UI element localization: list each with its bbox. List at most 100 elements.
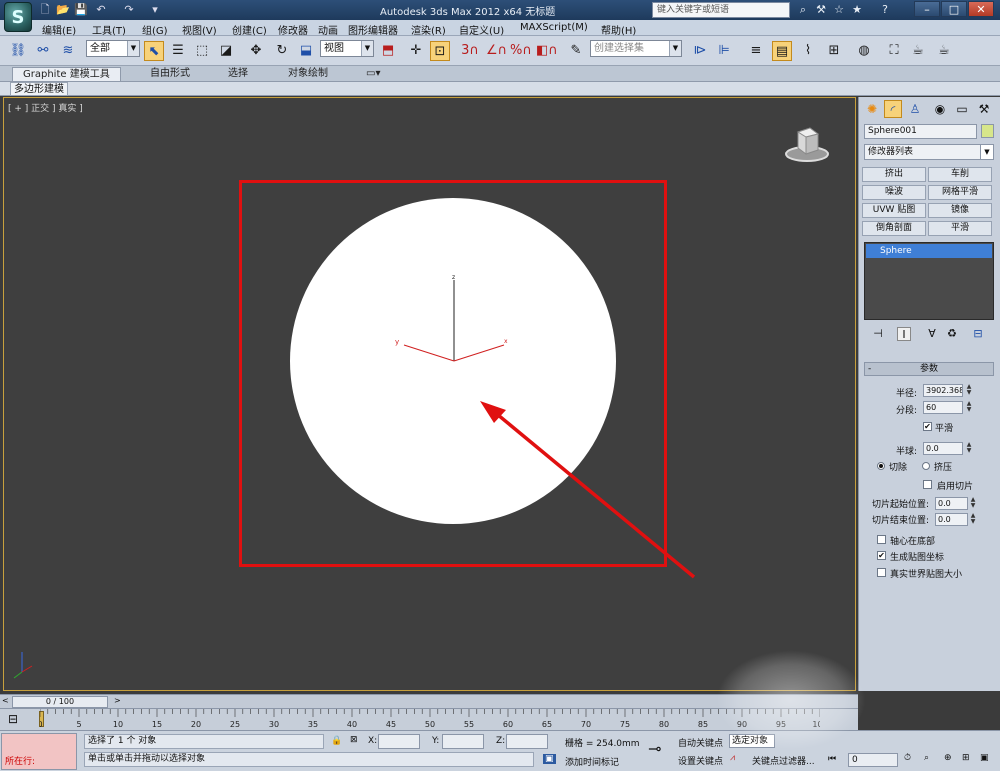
layer-manager-icon[interactable]: ≡ <box>746 41 766 61</box>
modifier-list-dropdown[interactable]: 修改器列表 ▼ <box>864 144 994 160</box>
selection-filter-dropdown[interactable]: 全部 ▼ <box>86 40 140 57</box>
hierarchy-tab-icon[interactable]: ♙ <box>906 100 924 118</box>
angle-snap-icon[interactable]: ∠∩ <box>486 41 507 61</box>
close-button[interactable]: ✕ <box>968 1 994 17</box>
mirror-button[interactable]: 镜像 <box>928 203 992 218</box>
menu-tools[interactable]: 工具(T) <box>92 22 126 37</box>
menu-views[interactable]: 视图(V) <box>182 22 217 37</box>
bind-space-warp-icon[interactable]: ≋ <box>58 41 78 61</box>
lock-icon[interactable]: 🔒 <box>331 736 342 746</box>
add-time-tag-button[interactable]: 添加时间标记 <box>565 755 619 768</box>
tab-graphite[interactable]: Graphite 建模工具 <box>12 67 121 81</box>
slice-from-field[interactable]: 0.0 <box>935 497 968 510</box>
parameters-rollout-header[interactable]: - 参数 <box>864 362 994 376</box>
menu-edit[interactable]: 编辑(E) <box>42 22 76 37</box>
real-world-checkbox[interactable] <box>877 568 886 577</box>
select-object-icon[interactable]: ⬉ <box>144 41 164 61</box>
slice-to-field[interactable]: 0.0 <box>935 513 968 526</box>
menu-group[interactable]: 组(G) <box>142 22 168 37</box>
tab-object-paint[interactable]: 对象绘制 <box>278 67 338 81</box>
meshsmooth-button[interactable]: 网格平滑 <box>928 185 992 200</box>
hemisphere-field[interactable]: 0.0 <box>923 442 963 455</box>
subscription-icon[interactable]: ⚒ <box>814 3 828 17</box>
select-by-name-icon[interactable]: ☰ <box>168 41 188 61</box>
lathe-button[interactable]: 车削 <box>928 167 992 182</box>
customize-toolbar-icon[interactable]: ▾ <box>148 3 162 17</box>
extrude-button[interactable]: 挤出 <box>862 167 926 182</box>
ribbon-options-icon[interactable]: ▭▾ <box>356 67 390 81</box>
bevel-profile-button[interactable]: 倒角剖面 <box>862 221 926 236</box>
current-frame-field[interactable]: 0 <box>848 753 898 767</box>
menu-create[interactable]: 创建(C) <box>232 22 267 37</box>
menu-customize[interactable]: 自定义(U) <box>459 22 504 37</box>
unlink-icon[interactable]: ⚯ <box>33 41 53 61</box>
field-of-view-icon[interactable]: ▣ <box>980 753 989 763</box>
app-menu-button[interactable]: S <box>4 2 32 32</box>
motion-tab-icon[interactable]: ◉ <box>931 100 949 118</box>
render-production-icon[interactable]: ☕ <box>934 41 954 61</box>
link-icon[interactable]: ⛓ <box>8 41 28 61</box>
polygon-modeling-label[interactable]: 多边形建模 <box>10 82 68 96</box>
auto-key-button[interactable]: 自动关键点 <box>678 736 723 749</box>
slice-from-spinner-icon[interactable]: ▲ ▼ <box>969 497 977 510</box>
viewcube-icon[interactable] <box>782 124 832 174</box>
hemisphere-spinner-icon[interactable]: ▲ ▼ <box>965 442 973 455</box>
tab-freeform[interactable]: 自由形式 <box>140 67 200 81</box>
stack-item-sphere[interactable]: Sphere <box>866 244 992 258</box>
help-icon[interactable]: ? <box>878 3 892 17</box>
mini-curve-editor-icon[interactable]: ⊟ <box>8 712 18 726</box>
named-selection-dropdown[interactable]: 创建选择集 ▼ <box>590 40 682 57</box>
configure-sets-icon[interactable]: ⊟ <box>971 327 985 341</box>
rectangular-selection-icon[interactable]: ⬚ <box>192 41 212 61</box>
viewport-label[interactable]: [ + ] 正交 ] 真实 ] <box>8 101 83 114</box>
save-icon[interactable]: 💾 <box>74 3 88 17</box>
slice-to-spinner-icon[interactable]: ▲ ▼ <box>969 513 977 526</box>
mirror-icon[interactable]: ⧐ <box>690 41 710 61</box>
smooth-button[interactable]: 平滑 <box>928 221 992 236</box>
chop-radio[interactable] <box>877 462 885 470</box>
time-tag-icon[interactable]: ▣ <box>543 754 556 764</box>
window-crossing-icon[interactable]: ◪ <box>216 41 236 61</box>
binoculars-icon[interactable]: ⌕ <box>796 3 810 17</box>
radius-field[interactable]: 3902.368 <box>923 384 963 397</box>
object-color-swatch[interactable] <box>981 124 994 138</box>
smooth-checkbox[interactable]: ✔ <box>923 422 932 431</box>
maxscript-listener[interactable]: 所在行: <box>1 733 77 770</box>
key-icon[interactable]: ⊸ <box>648 739 661 758</box>
radius-spinner-icon[interactable]: ▲ ▼ <box>965 384 973 397</box>
goto-start-icon[interactable]: ⏮ <box>828 754 836 764</box>
frame-counter[interactable]: 0 / 100 <box>12 696 108 708</box>
menu-animation[interactable]: 动画 <box>318 22 338 37</box>
render-setup-icon[interactable]: ⛶ <box>884 41 904 61</box>
align-icon[interactable]: ⊫ <box>714 41 734 61</box>
maximize-button[interactable]: □ <box>941 1 967 17</box>
front-viewport[interactable]: [ + ] 正交 ] 真实 ] z y x <box>3 97 856 691</box>
edit-named-selection-icon[interactable]: ✎ <box>566 41 586 61</box>
base-to-pivot-checkbox[interactable] <box>877 535 886 544</box>
schematic-view-icon[interactable]: ⊞ <box>824 41 844 61</box>
tab-selection[interactable]: 选择 <box>218 67 258 81</box>
menu-help[interactable]: 帮助(H) <box>601 22 636 37</box>
prev-frame-icon[interactable]: < <box>2 696 9 705</box>
keyboard-shortcut-override-icon[interactable]: ⊡ <box>430 41 450 61</box>
create-tab-icon[interactable]: ✺ <box>863 100 881 118</box>
y-coord-field[interactable] <box>442 734 484 749</box>
menu-modifiers[interactable]: 修改器 <box>278 22 308 37</box>
new-file-icon[interactable]: 🗋 <box>38 3 52 17</box>
snaps-toggle-icon[interactable]: 3∩ <box>460 41 480 61</box>
open-file-icon[interactable]: 📂 <box>56 3 70 17</box>
key-filter-icon[interactable]: ⩘ <box>730 753 735 763</box>
next-frame-icon[interactable]: > <box>114 696 121 705</box>
set-key-button[interactable]: 设置关键点 <box>678 754 723 767</box>
sphere-object[interactable] <box>290 198 616 524</box>
display-tab-icon[interactable]: ▭ <box>953 100 971 118</box>
time-config-icon[interactable]: ⏱ <box>904 753 911 763</box>
redo-icon[interactable]: ↷ <box>122 3 136 17</box>
segments-spinner-icon[interactable]: ▲ ▼ <box>965 401 973 414</box>
gen-mapping-checkbox[interactable]: ✔ <box>877 551 886 560</box>
favorites-icon[interactable]: ★ <box>850 3 864 17</box>
zoom-extents-icon[interactable]: ⊞ <box>962 753 970 763</box>
z-coord-field[interactable] <box>506 734 548 749</box>
spinner-snap-icon[interactable]: ◧∩ <box>536 41 558 61</box>
communication-icon[interactable]: ☆ <box>832 3 846 17</box>
